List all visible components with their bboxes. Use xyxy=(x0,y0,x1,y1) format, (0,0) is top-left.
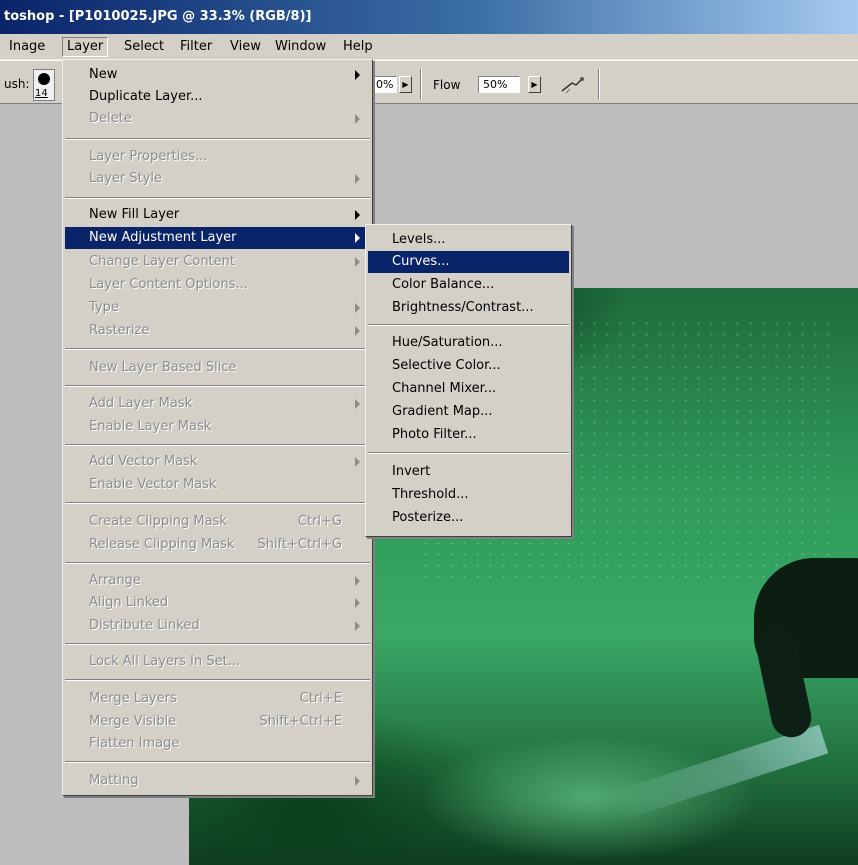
menu-separator xyxy=(65,761,370,763)
menu-item-distribute-linked: Distribute Linked xyxy=(65,615,370,637)
menu-separator xyxy=(65,444,370,446)
brush-picker[interactable]: 14 xyxy=(33,69,55,101)
submenu-arrow-icon xyxy=(355,114,360,124)
menu-separator xyxy=(65,679,370,681)
menu-item-lock-all-layers: Lock All Layers In Set... xyxy=(89,654,241,669)
submenu-item-gradient-map[interactable]: Gradient Map... xyxy=(368,401,569,423)
airbrush-icon[interactable] xyxy=(560,75,586,95)
menu-item-new[interactable]: New xyxy=(65,64,370,86)
menu-separator xyxy=(65,348,370,350)
submenu-arrow-icon xyxy=(355,233,360,243)
menu-separator xyxy=(368,324,569,326)
submenu-arrow-icon xyxy=(355,257,360,267)
menu-item-flatten-image: Flatten Image xyxy=(89,736,180,751)
submenu-arrow-icon xyxy=(355,399,360,409)
menu-separator xyxy=(65,138,370,140)
menu-filter[interactable]: Filter xyxy=(175,37,217,57)
submenu-arrow-icon xyxy=(355,598,360,608)
menu-item-merge-layers: Merge Layers Ctrl+E xyxy=(89,691,342,706)
menu-item-arrange: Arrange xyxy=(65,570,370,592)
submenu-arrow-icon xyxy=(355,576,360,586)
submenu-arrow-icon xyxy=(355,457,360,467)
opacity-field[interactable]: 0% xyxy=(371,76,397,93)
menu-separator xyxy=(65,197,370,199)
flow-field[interactable]: 50% xyxy=(478,76,520,93)
menu-item-add-vector-mask: Add Vector Mask xyxy=(65,451,370,473)
menu-separator xyxy=(65,562,370,564)
submenu-item-brightness-contrast[interactable]: Brightness/Contrast... xyxy=(368,297,569,319)
menu-layer[interactable]: Layer xyxy=(62,37,109,57)
submenu-item-hue-saturation[interactable]: Hue/Saturation... xyxy=(368,332,569,354)
menu-item-matting: Matting xyxy=(65,770,370,792)
brush-size: 14 xyxy=(35,88,48,99)
flow-arrow-button[interactable]: ▶ xyxy=(528,76,541,93)
submenu-arrow-icon xyxy=(355,174,360,184)
menu-separator xyxy=(65,502,370,504)
submenu-item-selective-color[interactable]: Selective Color... xyxy=(368,355,569,377)
menu-item-duplicate-layer[interactable]: Duplicate Layer... xyxy=(65,86,370,108)
submenu-item-threshold[interactable]: Threshold... xyxy=(368,484,569,506)
title-bar: toshop - [P1010025.JPG @ 33.3% (RGB/8)] xyxy=(0,0,858,34)
adjustment-layer-submenu: Levels... Curves... Color Balance... Bri… xyxy=(365,224,572,537)
menu-help[interactable]: Help xyxy=(338,37,378,57)
submenu-arrow-icon xyxy=(355,621,360,631)
submenu-item-curves[interactable]: Curves... xyxy=(368,251,569,273)
submenu-arrow-icon xyxy=(355,303,360,313)
toolbar-divider xyxy=(598,69,600,99)
menu-item-enable-layer-mask: Enable Layer Mask xyxy=(89,419,212,434)
menu-separator xyxy=(65,643,370,645)
submenu-item-invert[interactable]: Invert xyxy=(368,461,569,483)
torch-beam xyxy=(609,724,829,822)
menu-select[interactable]: Select xyxy=(119,37,169,57)
menu-item-merge-visible: Merge Visible Shift+Ctrl+E xyxy=(89,714,342,729)
menu-view[interactable]: View xyxy=(225,37,266,57)
menu-item-new-adjustment-layer[interactable]: New Adjustment Layer xyxy=(65,227,370,249)
menu-item-create-clipping-mask: Create Clipping Mask Ctrl+G xyxy=(89,514,342,529)
opacity-arrow-button[interactable]: ▶ xyxy=(399,76,412,93)
menu-item-change-layer-content: Change Layer Content xyxy=(65,251,370,273)
menu-separator xyxy=(368,452,569,454)
menu-item-layer-style: Layer Style xyxy=(65,168,370,190)
menu-item-delete: Delete xyxy=(65,108,370,130)
submenu-item-posterize[interactable]: Posterize... xyxy=(368,507,569,529)
menu-item-new-fill-layer[interactable]: New Fill Layer xyxy=(65,204,370,226)
menu-bar: Inage Layer Select Filter View Window He… xyxy=(0,34,858,60)
menu-item-add-layer-mask: Add Layer Mask xyxy=(65,393,370,415)
brush-preview-icon xyxy=(38,73,50,85)
menu-item-new-layer-based-slice: New Layer Based Slice xyxy=(89,360,237,375)
menu-item-align-linked: Align Linked xyxy=(65,592,370,614)
window-title: toshop - [P1010025.JPG @ 33.3% (RGB/8)] xyxy=(4,9,312,24)
submenu-arrow-icon xyxy=(355,210,360,220)
menu-separator xyxy=(65,385,370,387)
menu-item-enable-vector-mask: Enable Vector Mask xyxy=(89,477,217,492)
brush-label: ush: xyxy=(4,77,30,91)
menu-image[interactable]: Inage xyxy=(4,37,50,57)
submenu-item-photo-filter[interactable]: Photo Filter... xyxy=(368,424,569,446)
menu-item-type: Type xyxy=(65,297,370,319)
menu-item-rasterize: Rasterize xyxy=(65,320,370,342)
layer-menu: New Duplicate Layer... Delete Layer Prop… xyxy=(62,59,373,796)
submenu-item-channel-mixer[interactable]: Channel Mixer... xyxy=(368,378,569,400)
menu-item-layer-content-options: Layer Content Options... xyxy=(89,277,248,292)
submenu-arrow-icon xyxy=(355,326,360,336)
submenu-arrow-icon xyxy=(355,70,360,80)
submenu-item-color-balance[interactable]: Color Balance... xyxy=(368,274,569,296)
menu-window[interactable]: Window xyxy=(270,37,331,57)
toolbar-divider xyxy=(420,69,422,99)
menu-item-layer-properties: Layer Properties... xyxy=(89,149,208,164)
flow-label: Flow xyxy=(433,78,461,92)
menu-item-release-clipping-mask: Release Clipping Mask Shift+Ctrl+G xyxy=(89,537,342,552)
submenu-arrow-icon xyxy=(355,776,360,786)
submenu-item-levels[interactable]: Levels... xyxy=(368,229,569,251)
